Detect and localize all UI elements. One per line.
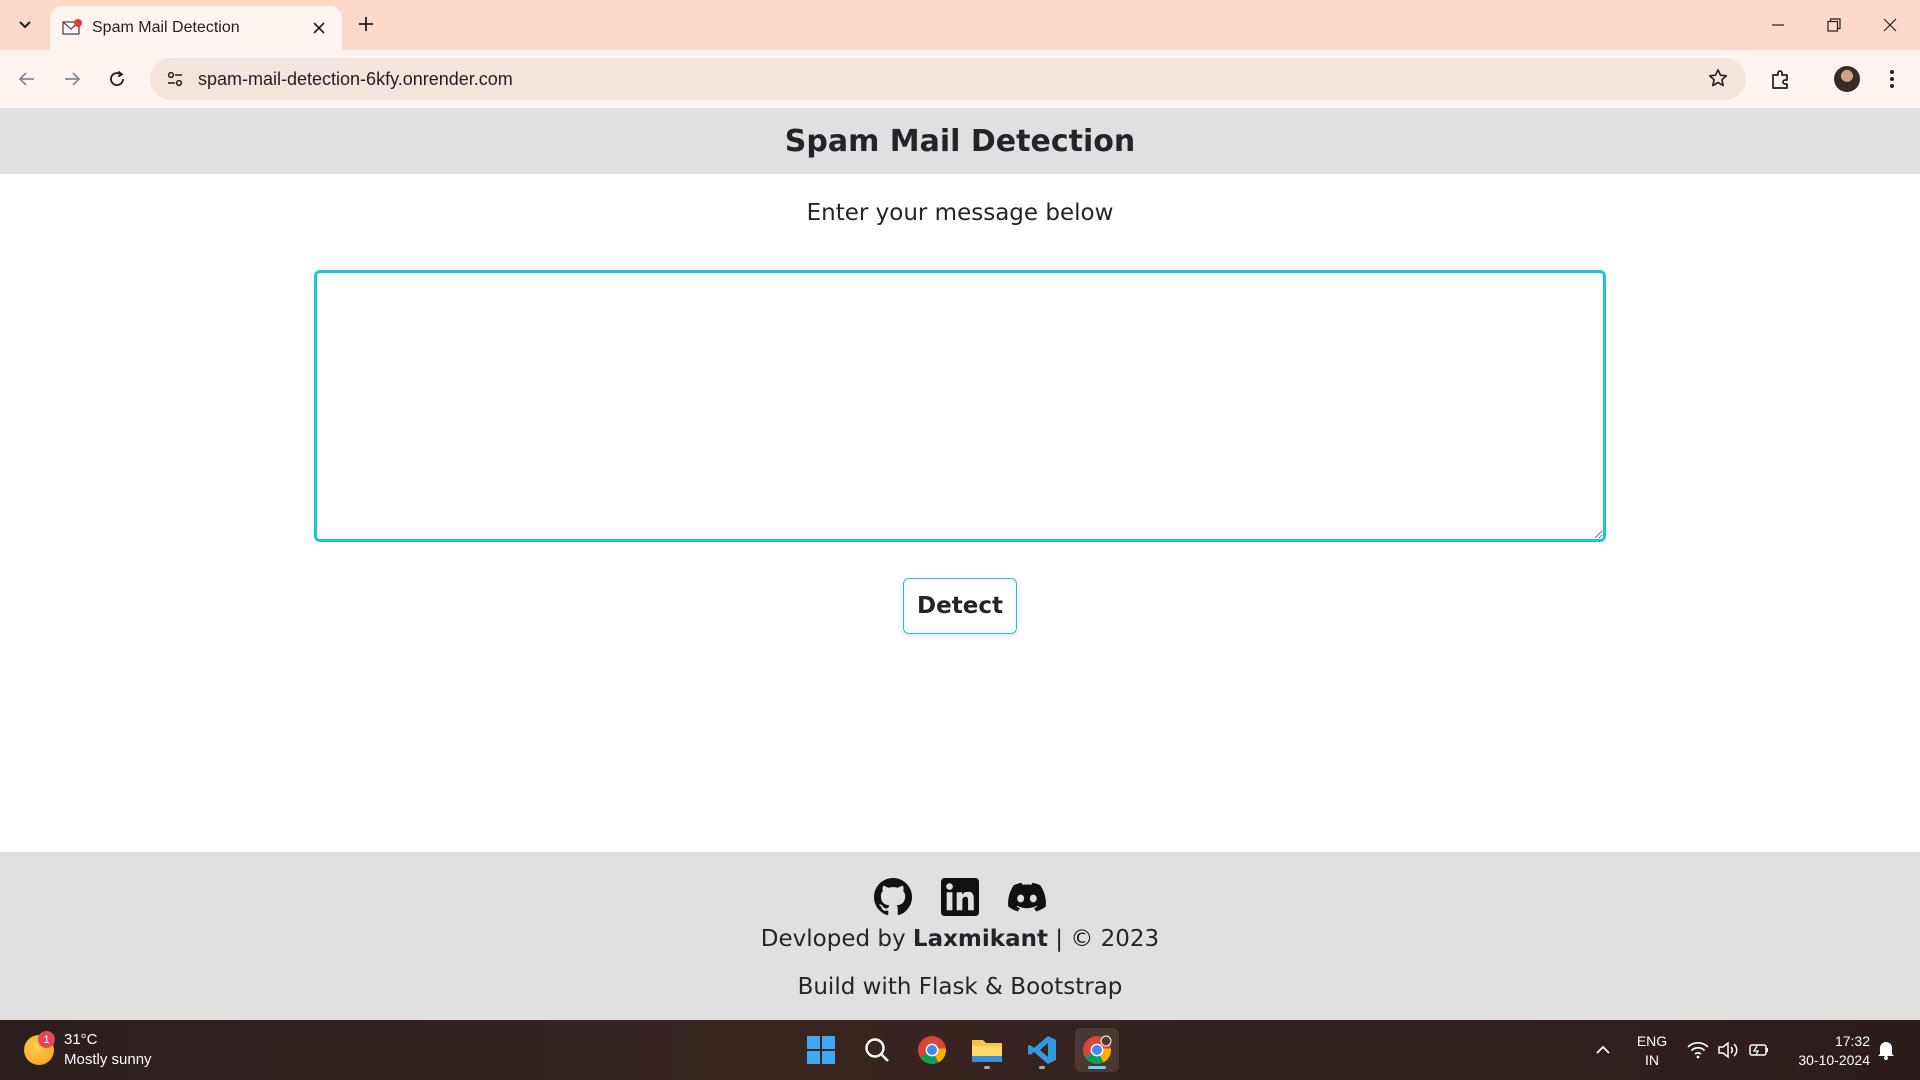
- browser-toolbar: spam-mail-detection-6kfy.onrender.com: [0, 50, 1920, 108]
- volume-button[interactable]: [1714, 1020, 1742, 1080]
- taskbar-chrome[interactable]: [910, 1028, 954, 1072]
- file-explorer-icon: [972, 1040, 1002, 1062]
- restore-button[interactable]: [1806, 0, 1862, 50]
- new-tab-button[interactable]: [352, 10, 380, 38]
- weather-widget[interactable]: 1 31°C Mostly sunny: [24, 1030, 152, 1070]
- linkedin-link[interactable]: [941, 878, 979, 916]
- discord-link[interactable]: [1008, 878, 1046, 916]
- back-button[interactable]: [11, 63, 43, 95]
- vscode-icon: [1028, 1036, 1056, 1064]
- puzzle-icon: [1772, 70, 1788, 89]
- restore-icon: [1827, 18, 1841, 32]
- tab-close-button[interactable]: [308, 17, 330, 39]
- taskbar-chrome-profile[interactable]: [1075, 1028, 1119, 1072]
- site-footer: Devloped by Laxmikant | © 2023 Build wit…: [0, 852, 1920, 1020]
- profile-avatar[interactable]: [1834, 66, 1860, 92]
- taskbar-search-button[interactable]: [855, 1028, 899, 1072]
- language-code: ENG: [1636, 1033, 1668, 1049]
- reload-button[interactable]: [101, 63, 133, 95]
- forward-button[interactable]: [56, 63, 88, 95]
- page-content: Spam Mail Detection Enter your message b…: [0, 108, 1920, 1020]
- detect-button[interactable]: Detect: [903, 578, 1017, 634]
- arrow-left-icon: [18, 72, 34, 86]
- browser-tab-bar: Spam Mail Detection: [0, 0, 1920, 50]
- tab-title: Spam Mail Detection: [92, 19, 240, 36]
- built-with-text: Build with Flask & Bootstrap: [797, 974, 1123, 1000]
- message-prompt: Enter your message below: [806, 200, 1114, 226]
- bookmark-star-button[interactable]: [1708, 68, 1728, 92]
- credit-prefix: Devloped by: [760, 926, 913, 952]
- chrome-profile-icon: [1083, 1035, 1112, 1064]
- close-window-button[interactable]: [1862, 0, 1918, 50]
- github-link[interactable]: [874, 878, 912, 916]
- reload-icon: [110, 70, 124, 86]
- windows-taskbar: 1 31°C Mostly sunny ENG IN 17:32 30-10-2…: [0, 1020, 1920, 1080]
- star-icon: [1708, 69, 1728, 87]
- taskbar-file-explorer[interactable]: [965, 1028, 1009, 1072]
- notifications-button[interactable]: [1872, 1020, 1900, 1080]
- developer-name: Laxmikant: [912, 926, 1048, 952]
- more-vertical-icon: [1890, 70, 1894, 88]
- battery-button[interactable]: [1744, 1020, 1772, 1080]
- url-text[interactable]: spam-mail-detection-6kfy.onrender.com: [198, 69, 513, 90]
- notification-badge: 1: [38, 1031, 55, 1048]
- weather-temperature: 31°C: [64, 1031, 98, 1048]
- address-bar[interactable]: spam-mail-detection-6kfy.onrender.com: [150, 58, 1746, 100]
- browser-tab-active[interactable]: Spam Mail Detection: [50, 6, 342, 50]
- developer-credit: Devloped by Laxmikant | © 2023: [0, 926, 1920, 952]
- github-icon: [874, 878, 912, 916]
- chevron-up-icon: [1596, 1045, 1610, 1054]
- sun-icon: 1: [24, 1031, 55, 1065]
- battery-icon: [1749, 1044, 1768, 1056]
- site-header: Spam Mail Detection: [0, 108, 1920, 174]
- chevron-down-icon: [19, 21, 31, 29]
- wifi-icon: [1687, 1041, 1709, 1059]
- wifi-button[interactable]: [1684, 1020, 1712, 1080]
- site-info-icon[interactable]: [164, 68, 186, 90]
- search-icon: [865, 1038, 889, 1062]
- clock-date: 30-10-2024: [1798, 1052, 1870, 1068]
- mail-favicon-icon: [62, 19, 82, 35]
- close-icon: [1883, 18, 1897, 32]
- clock-time: 17:32: [1834, 1033, 1870, 1049]
- chrome-icon: [918, 1036, 946, 1064]
- extensions-button[interactable]: [1765, 63, 1797, 95]
- system-clock[interactable]: 17:32 30-10-2024: [1780, 1032, 1870, 1070]
- arrow-right-icon: [65, 72, 81, 86]
- bell-icon: [1878, 1042, 1894, 1060]
- minimize-button[interactable]: [1750, 0, 1806, 50]
- browser-menu-button[interactable]: [1876, 63, 1908, 95]
- minimize-icon: [1772, 24, 1784, 26]
- close-icon: [313, 22, 325, 34]
- weather-condition: Mostly sunny: [64, 1051, 152, 1068]
- message-textarea[interactable]: [314, 270, 1606, 542]
- start-button[interactable]: [799, 1028, 843, 1072]
- volume-icon: [1718, 1041, 1738, 1059]
- language-indicator[interactable]: ENG IN: [1632, 1032, 1672, 1070]
- linkedin-icon: [941, 878, 979, 916]
- region-code: IN: [1645, 1052, 1659, 1068]
- page-title: Spam Mail Detection: [784, 123, 1136, 159]
- discord-icon: [1008, 882, 1046, 912]
- taskbar-vscode[interactable]: [1020, 1028, 1064, 1072]
- plus-icon: [359, 17, 373, 31]
- show-hidden-icons-button[interactable]: [1588, 1020, 1618, 1080]
- tab-search-button[interactable]: [9, 10, 41, 40]
- windows-start-icon: [807, 1036, 835, 1064]
- credit-suffix: | © 2023: [1047, 926, 1160, 952]
